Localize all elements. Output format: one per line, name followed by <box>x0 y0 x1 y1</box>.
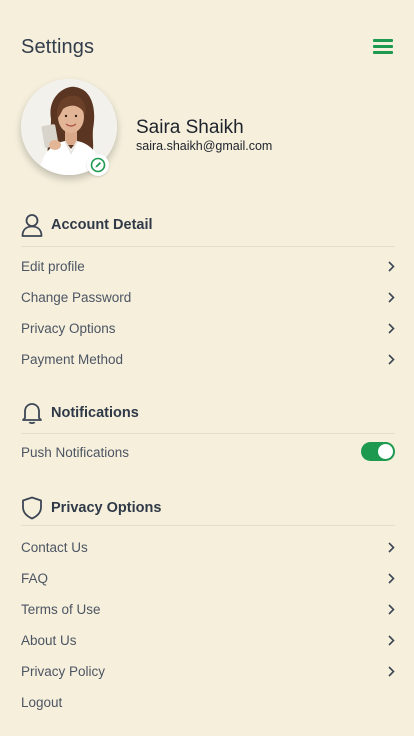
settings-item-about-us[interactable]: About Us <box>21 629 395 651</box>
section-title: Privacy Options <box>51 500 162 516</box>
chevron-right-icon <box>385 353 395 365</box>
section-privacy-options: Privacy Options <box>21 491 395 525</box>
section-notifications: Notifications <box>21 396 395 430</box>
item-label: Privacy Policy <box>21 663 106 679</box>
profile-card: Saira Shaikh saira.shaikh@gmail.com <box>21 79 401 179</box>
chevron-right-icon <box>385 634 395 646</box>
item-label: Logout <box>21 694 63 710</box>
edit-pencil-icon[interactable] <box>87 154 109 176</box>
settings-item-faq[interactable]: FAQ <box>21 567 395 589</box>
divider <box>21 433 395 434</box>
profile-name: Saira Shaikh <box>136 117 244 138</box>
toggle-knob <box>378 444 393 459</box>
divider <box>21 246 395 247</box>
chevron-right-icon <box>385 572 395 584</box>
item-label: Privacy Options <box>21 320 116 336</box>
item-label: Edit profile <box>21 258 85 274</box>
settings-item-payment-method[interactable]: Payment Method <box>21 348 395 370</box>
section-account-detail: Account Detail <box>21 208 395 242</box>
item-label: Push Notifications <box>21 444 130 460</box>
settings-item-edit-profile[interactable]: Edit profile <box>21 255 395 277</box>
push-notifications-toggle[interactable] <box>361 442 395 461</box>
hamburger-menu-icon[interactable] <box>373 39 393 55</box>
settings-screen: Settings Saira Shaikh saira.shaikh@gmail… <box>0 0 414 736</box>
settings-item-terms-of-use[interactable]: Terms of Use <box>21 598 395 620</box>
item-label: About Us <box>21 632 77 648</box>
item-label: Change Password <box>21 289 132 305</box>
section-title: Account Detail <box>51 217 153 233</box>
item-label: Contact Us <box>21 539 88 555</box>
shield-icon <box>21 496 43 520</box>
settings-item-privacy-options[interactable]: Privacy Options <box>21 317 395 339</box>
settings-item-privacy-policy[interactable]: Privacy Policy <box>21 660 395 682</box>
settings-item-change-password[interactable]: Change Password <box>21 286 395 308</box>
user-icon <box>21 213 43 237</box>
chevron-right-icon <box>385 541 395 553</box>
item-label: FAQ <box>21 570 49 586</box>
settings-item-contact-us[interactable]: Contact Us <box>21 536 395 558</box>
chevron-right-icon <box>385 260 395 272</box>
chevron-right-icon <box>385 603 395 615</box>
divider <box>21 525 395 526</box>
chevron-right-icon <box>385 322 395 334</box>
logout-button[interactable]: Logout <box>21 691 395 713</box>
settings-item-push-notifications: Push Notifications <box>21 441 395 463</box>
profile-email: saira.shaikh@gmail.com <box>136 139 273 153</box>
bell-icon <box>21 401 43 425</box>
item-label: Terms of Use <box>21 601 101 617</box>
chevron-right-icon <box>385 665 395 677</box>
header: Settings <box>21 33 393 61</box>
item-label: Payment Method <box>21 351 124 367</box>
page-title: Settings <box>21 35 95 58</box>
section-title: Notifications <box>51 405 139 421</box>
chevron-right-icon <box>385 291 395 303</box>
